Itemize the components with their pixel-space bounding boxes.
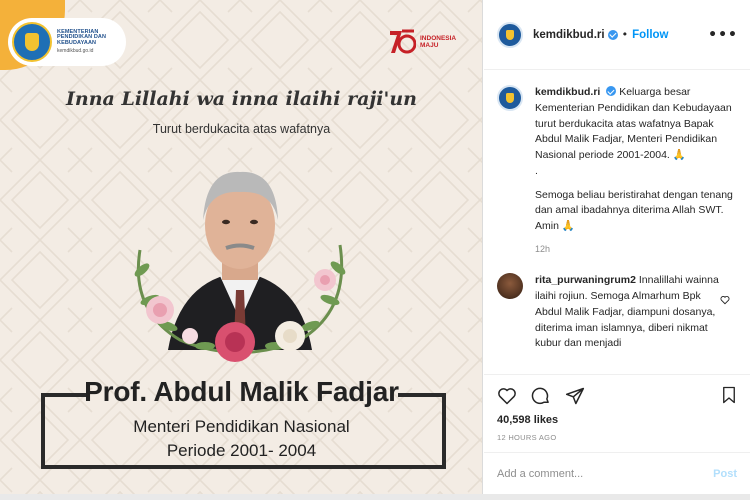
verified-badge-icon <box>607 29 618 40</box>
add-comment-bar: Post <box>484 452 750 494</box>
likes-count[interactable]: 40,598 likes <box>497 414 737 426</box>
share-paper-plane-icon[interactable] <box>565 386 585 406</box>
header-username[interactable]: kemdikbud.ri <box>533 29 605 41</box>
caption-comment: kemdikbud.ri Keluarga besar Kementerian … <box>497 85 737 256</box>
like-comment-heart-icon[interactable] <box>720 295 730 305</box>
tut-wuri-handayani-emblem-icon <box>12 22 52 62</box>
ri-logo-line-1: INDONESIA <box>420 34 457 42</box>
follow-button[interactable]: Follow <box>632 29 668 41</box>
commenter-avatar[interactable] <box>497 273 523 300</box>
caption-text-2: . <box>535 164 538 177</box>
post-age[interactable]: 12 HOURS AGO <box>497 433 737 442</box>
post-image[interactable]: KEMENTERIAN PENDIDIKAN DAN KEBUDAYAAN ke… <box>0 0 483 500</box>
portrait-with-flower-wreath <box>134 171 346 362</box>
ri-logo-line-2: MAJU <box>420 42 439 49</box>
condolence-subline: Turut berdukacita atas wafatnya <box>152 122 331 136</box>
caption-avatar[interactable] <box>497 85 523 111</box>
comment-input[interactable] <box>497 467 714 480</box>
avatar[interactable] <box>497 21 523 48</box>
condolence-headline: Inna Lillahi wa inna ilaihi raji'un <box>66 88 417 110</box>
deceased-name: Prof. Abdul Malik Fadjar <box>84 376 399 407</box>
ri-75-icon <box>390 29 416 54</box>
post-sidebar: kemdikbud.ri • Follow ••• kemdikbud.ri K… <box>484 0 750 500</box>
more-options-icon[interactable]: ••• <box>708 28 738 42</box>
window-bottom-edge <box>0 494 750 500</box>
header-separator: • <box>621 28 629 41</box>
post-comment-button[interactable]: Post <box>713 468 737 480</box>
verified-badge-icon <box>606 86 617 96</box>
list-item: rita_purwaningrum2 Innalillahi wainna il… <box>497 273 737 352</box>
logo-url: kemdikbud.go.id <box>57 48 94 55</box>
kemdikbud-logo: KEMENTERIAN PENDIDIKAN DAN KEBUDAYAAN ke… <box>8 18 126 66</box>
caption-username[interactable]: kemdikbud.ri <box>535 86 600 98</box>
post-header: kemdikbud.ri • Follow ••• <box>484 0 750 70</box>
post-actions: 40,598 likes 12 HOURS AGO <box>484 374 750 452</box>
deceased-role: Menteri Pendidikan Nasional <box>133 417 350 436</box>
like-heart-icon[interactable] <box>497 386 517 406</box>
bookmark-icon[interactable] <box>720 385 738 405</box>
comment-bubble-icon[interactable] <box>531 386 551 406</box>
indonesia-maju-75-logo: INDONESIA MAJU <box>388 27 456 57</box>
comments-list[interactable]: kemdikbud.ri Keluarga besar Kementerian … <box>484 71 750 374</box>
caption-text-3: Semoga beliau beristirahat dengan tenang… <box>535 188 733 233</box>
caption-timestamp[interactable]: 12h <box>535 243 737 257</box>
logo-line-3: KEBUDAYAAN <box>57 40 97 47</box>
commenter-username[interactable]: rita_purwaningrum2 <box>535 274 636 286</box>
deceased-period: Periode 2001- 2004 <box>166 441 317 460</box>
logo-text: KEMENTERIAN PENDIDIKAN DAN KEBUDAYAAN ke… <box>57 29 106 55</box>
instagram-post-window: KEMENTERIAN PENDIDIKAN DAN KEBUDAYAAN ke… <box>0 0 750 500</box>
